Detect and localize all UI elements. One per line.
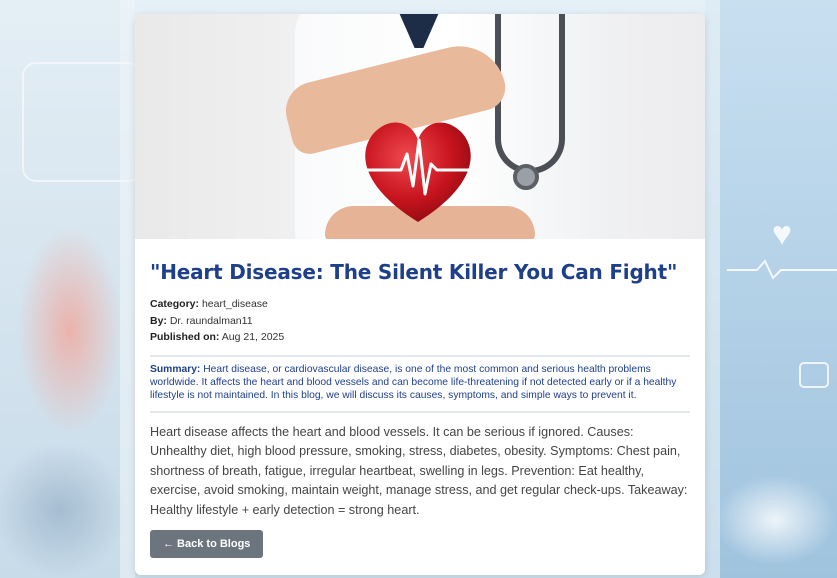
- background-left-decoration: [0, 0, 142, 578]
- blog-post-card: "Heart Disease: The Silent Killer You Ca…: [135, 14, 705, 575]
- hero-image: [135, 14, 705, 239]
- summary-label: Summary:: [150, 363, 201, 375]
- background-camera-icon: [799, 362, 829, 388]
- divider-bottom: [150, 410, 690, 413]
- meta-published: Published on: Aug 21, 2025: [150, 329, 690, 346]
- summary-text: Heart disease, or cardiovascular disease…: [150, 363, 677, 401]
- background-right-decoration: ♥: [705, 0, 837, 578]
- author-value: Dr. raundalman11: [169, 314, 253, 327]
- back-to-blogs-button[interactable]: ← Back to Blogs: [150, 530, 264, 558]
- post-title: "Heart Disease: The Silent Killer You Ca…: [150, 260, 678, 284]
- background-heart-icon: ♥: [771, 215, 792, 253]
- author-label: By:: [150, 314, 167, 327]
- post-meta: Category: heart_disease By: Dr. raundalm…: [150, 296, 690, 346]
- meta-author: By: Dr. raundalman11: [150, 313, 690, 330]
- published-value: Aug 21, 2025: [221, 331, 285, 343]
- post-summary: Summary: Heart disease, or cardiovascula…: [150, 363, 690, 402]
- divider-top: [150, 354, 690, 357]
- post-content: "Heart Disease: The Silent Killer You Ca…: [150, 260, 690, 558]
- stethoscope-chestpiece: [513, 164, 539, 190]
- meta-category: Category: heart_disease: [150, 296, 690, 313]
- category-value: heart_disease: [201, 298, 268, 310]
- category-label: Category:: [150, 298, 200, 310]
- heart-icon: [365, 122, 471, 222]
- background-pulse-icon: [727, 259, 837, 280]
- post-body: Heart disease affects the heart and bloo…: [150, 424, 688, 517]
- stethoscope-icon: [495, 14, 565, 174]
- published-label: Published on:: [150, 331, 220, 343]
